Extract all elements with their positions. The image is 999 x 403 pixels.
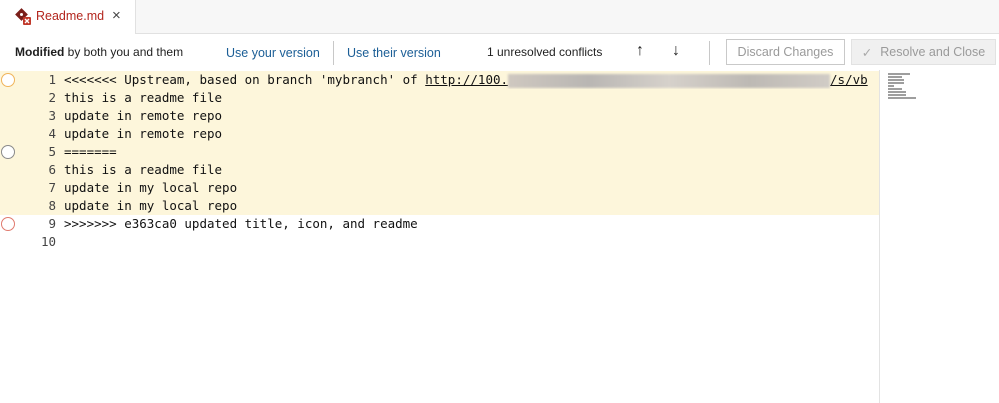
line-number: 2 bbox=[48, 90, 56, 105]
code-line: 10 bbox=[0, 233, 880, 251]
status-modified: Modified bbox=[15, 45, 65, 59]
code-line: 1 <<<<<<< Upstream, based on branch 'myb… bbox=[0, 71, 880, 89]
line-text: update in my local repo bbox=[64, 198, 238, 213]
close-icon[interactable]: × bbox=[112, 7, 121, 24]
code-line: 2 this is a readme file bbox=[0, 89, 880, 107]
minimap-line bbox=[888, 73, 910, 75]
line-number: 1 bbox=[48, 72, 56, 87]
toolbar-divider bbox=[333, 41, 334, 65]
minimap-line bbox=[888, 94, 906, 96]
merge-status: Modified by both you and them bbox=[15, 45, 183, 59]
code-line: 9 >>>>>>> e363ca0 updated title, icon, a… bbox=[0, 215, 880, 233]
repo-url-link-tail[interactable]: /s/vb bbox=[830, 72, 868, 87]
merge-toolbar: Modified by both you and them Use your v… bbox=[0, 38, 999, 68]
next-conflict-arrow-icon[interactable]: ↓ bbox=[672, 42, 680, 60]
minimap-line bbox=[888, 85, 894, 87]
code-line: 5 ======= bbox=[0, 143, 880, 161]
code-line: 4 update in remote repo bbox=[0, 125, 880, 143]
status-detail: by both you and them bbox=[64, 45, 184, 59]
editor-tab-strip: Readme.md × bbox=[0, 0, 999, 34]
line-number: 4 bbox=[48, 126, 56, 141]
use-their-version-button[interactable]: Use their version bbox=[347, 46, 441, 60]
git-conflict-file-icon bbox=[15, 8, 31, 25]
unresolved-conflicts-count: 1 unresolved conflicts bbox=[487, 45, 603, 59]
line-text: ======= bbox=[64, 144, 117, 159]
code-line: 8 update in my local repo bbox=[0, 197, 880, 215]
line-text: update in remote repo bbox=[64, 108, 223, 123]
minimap-line bbox=[888, 82, 904, 84]
line-number: 6 bbox=[48, 162, 56, 177]
previous-conflict-arrow-icon[interactable]: ↑ bbox=[636, 42, 644, 60]
discard-changes-label: Discard Changes bbox=[737, 45, 834, 59]
line-number: 10 bbox=[40, 234, 56, 249]
use-your-version-button[interactable]: Use your version bbox=[226, 46, 320, 60]
minimap[interactable] bbox=[879, 70, 999, 403]
check-icon: ✓ bbox=[861, 45, 873, 60]
separator-conflict-marker-icon[interactable] bbox=[1, 145, 15, 159]
code-line: 6 this is a readme file bbox=[0, 161, 880, 179]
line-text: <<<<<<< Upstream, based on branch 'mybra… bbox=[64, 71, 868, 89]
line-number: 9 bbox=[48, 216, 56, 231]
upstream-conflict-marker-icon[interactable] bbox=[1, 73, 15, 87]
resolve-and-close-button[interactable]: ✓ Resolve and Close bbox=[851, 39, 996, 65]
line-number: 8 bbox=[48, 198, 56, 213]
line-text: update in my local repo bbox=[64, 180, 238, 195]
line-text: >>>>>>> e363ca0 updated title, icon, and… bbox=[64, 216, 418, 231]
line-text: this is a readme file bbox=[64, 162, 223, 177]
redacted-url-segment bbox=[508, 73, 831, 88]
line-number: 7 bbox=[48, 180, 56, 195]
discard-changes-button[interactable]: Discard Changes bbox=[726, 39, 845, 65]
code-editor[interactable]: 1 <<<<<<< Upstream, based on branch 'myb… bbox=[0, 70, 880, 403]
line-text: update in remote repo bbox=[64, 126, 223, 141]
minimap-line bbox=[888, 88, 902, 90]
tab-label: Readme.md bbox=[36, 9, 105, 23]
line-number: 3 bbox=[48, 108, 56, 123]
repo-url-link[interactable]: http://100. bbox=[425, 72, 508, 87]
toolbar-divider bbox=[709, 41, 710, 65]
local-conflict-marker-icon[interactable] bbox=[1, 217, 15, 231]
line-text: this is a readme file bbox=[64, 90, 223, 105]
minimap-line bbox=[888, 97, 916, 99]
minimap-line bbox=[888, 76, 902, 78]
resolve-and-close-label: Resolve and Close bbox=[880, 45, 986, 59]
code-line: 3 update in remote repo bbox=[0, 107, 880, 125]
code-line: 7 update in my local repo bbox=[0, 179, 880, 197]
minimap-line bbox=[888, 91, 906, 93]
minimap-line bbox=[888, 79, 904, 81]
line-number: 5 bbox=[48, 144, 56, 159]
tab-readme[interactable]: Readme.md × bbox=[0, 0, 136, 34]
conflict-header-text: <<<<<<< Upstream, based on branch 'mybra… bbox=[64, 72, 426, 87]
